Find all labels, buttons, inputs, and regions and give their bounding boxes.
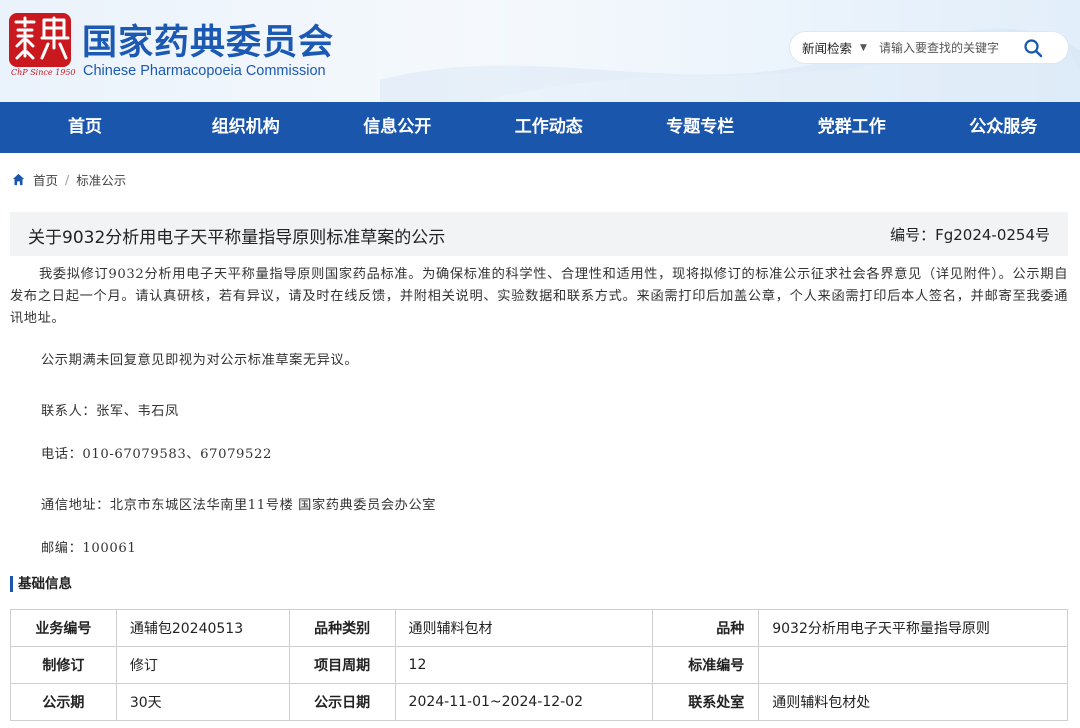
nav-item-special-topics[interactable]: 专题专栏 <box>625 102 777 153</box>
table-row: 公示期 30天 公示日期 2024-11-01~2024-12-02 联系处室 … <box>10 683 1068 721</box>
table-key: 业务编号 <box>10 609 117 647</box>
article-title-bar: 关于9032分析用电子天平称量指导原则标准草案的公示 编号：Fg2024-025… <box>10 212 1068 256</box>
table-value: 通则辅料包材 <box>394 609 654 647</box>
article-paragraph-intro: 我委拟修订9032分析用电子天平称量指导原则国家药品标准。为确保标准的科学性、合… <box>10 267 1068 326</box>
table-value: 2024-11-01~2024-12-02 <box>394 683 654 721</box>
article-number: 编号：Fg2024-0254号 <box>890 226 1050 244</box>
nav-item-information[interactable]: 信息公开 <box>322 102 474 153</box>
seal-caption: ChP Since 1950 <box>11 68 76 77</box>
nav-item-home[interactable]: 首页 <box>0 102 170 153</box>
nav-item-organization[interactable]: 组织机构 <box>170 102 322 153</box>
table-key: 公示期 <box>10 683 117 721</box>
site-header: ChP Since 1950 国家药典委员会 Chinese Pharmacop… <box>0 0 1080 102</box>
caret-down-icon[interactable]: ▼ <box>860 43 867 53</box>
table-value <box>758 646 1068 684</box>
search-scope-select[interactable]: 新闻检索 <box>802 38 852 57</box>
table-value: 通则辅料包材处 <box>758 683 1068 721</box>
contact-person: 联系人：张军、韦石凤 <box>41 404 179 419</box>
article-title: 关于9032分析用电子天平称量指导原则标准草案的公示 <box>28 228 446 248</box>
table-value: 通辅包20240513 <box>115 609 290 647</box>
contact-phone: 电话：010-67079583、67079522 <box>41 447 273 462</box>
table-value: 9032分析用电子天平称量指导原则 <box>758 609 1068 647</box>
table-row: 业务编号 通辅包20240513 品种类别 通则辅料包材 品种 9032分析用电… <box>10 609 1068 647</box>
search-icon[interactable] <box>1023 38 1043 58</box>
nav-item-public-service[interactable]: 公众服务 <box>928 102 1080 153</box>
site-title-english[interactable]: Chinese Pharmacopoeia Commission <box>83 63 326 79</box>
search-input[interactable] <box>878 40 1011 55</box>
basic-info-table: 业务编号 通辅包20240513 品种类别 通则辅料包材 品种 9032分析用电… <box>10 609 1068 721</box>
table-key: 项目周期 <box>288 646 396 684</box>
table-value: 30天 <box>115 683 290 721</box>
table-key: 制修订 <box>10 646 117 684</box>
breadcrumb-home-link[interactable]: 首页 <box>33 170 58 189</box>
main-nav: 首页 组织机构 信息公开 工作动态 专题专栏 党群工作 公众服务 <box>0 102 1080 153</box>
contact-address: 通信地址：北京市东城区法华南里11号楼 国家药典委员会办公室 <box>41 498 437 513</box>
table-value: 12 <box>394 646 654 684</box>
table-value: 修订 <box>115 646 290 684</box>
breadcrumb-separator: / <box>65 172 70 187</box>
site-title-chinese[interactable]: 国家药典委员会 <box>82 14 334 65</box>
home-icon <box>12 173 25 186</box>
article-paragraph-no-objection: 公示期满未回复意见即视为对公示标准草案无异议。 <box>41 353 359 368</box>
search-bar: 新闻检索 ▼ <box>790 32 1068 63</box>
table-key: 品种 <box>652 609 760 647</box>
basic-info-heading: 基础信息 <box>10 576 72 592</box>
pharmacopoeia-seal-logo[interactable] <box>8 12 72 68</box>
table-key: 联系处室 <box>652 683 760 721</box>
table-key: 品种类别 <box>288 609 396 647</box>
nav-item-work-news[interactable]: 工作动态 <box>473 102 625 153</box>
nav-item-party-work[interactable]: 党群工作 <box>776 102 928 153</box>
table-row: 制修订 修订 项目周期 12 标准编号 <box>10 646 1068 684</box>
breadcrumb: 首页 / 标准公示 <box>12 170 126 189</box>
contact-postcode: 邮编：100061 <box>41 541 137 556</box>
table-key: 公示日期 <box>288 683 396 721</box>
table-key: 标准编号 <box>652 646 760 684</box>
breadcrumb-current[interactable]: 标准公示 <box>76 170 126 189</box>
